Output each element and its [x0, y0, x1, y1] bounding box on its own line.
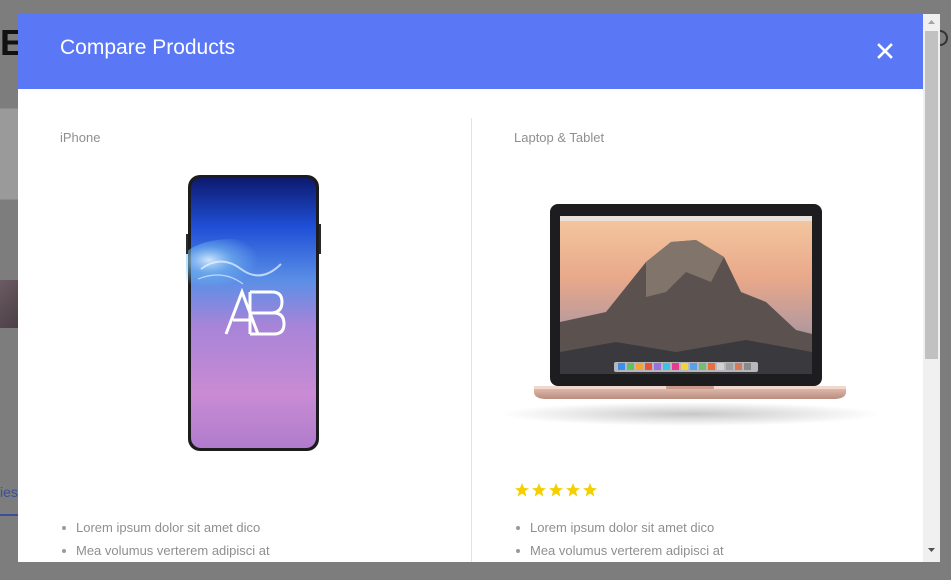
star-icon: [532, 483, 546, 497]
feature-text: Mea volumus verterem adipisci at: [76, 543, 270, 558]
star-icon: [566, 483, 580, 497]
laptop-image[interactable]: [496, 202, 884, 437]
star-rating: [514, 482, 598, 498]
bullet-icon: [62, 549, 66, 553]
bullet-icon: [516, 526, 520, 530]
feature-list: Lorem ipsum dolor sit amet dico Mea volu…: [514, 516, 724, 562]
list-item: Lorem ipsum dolor sit amet dico: [60, 516, 270, 539]
background-link-underline: [0, 514, 18, 516]
feature-text: Lorem ipsum dolor sit amet dico: [530, 520, 715, 535]
background-image: [0, 280, 18, 328]
close-icon: [877, 43, 893, 59]
product-column-laptop: Laptop & Tablet Lorem ipsum dolor sit am…: [471, 118, 923, 562]
scroll-up-button[interactable]: [923, 14, 940, 30]
scroll-down-button[interactable]: [923, 542, 940, 558]
star-icon: [583, 483, 597, 497]
list-item: Mea volumus verterem adipisci at: [514, 539, 724, 562]
product-column-iphone: iPhone Lorem ipsum dolor sit amet dico M…: [18, 118, 471, 562]
bullet-icon: [62, 526, 66, 530]
list-item: Mea volumus verterem adipisci at: [60, 539, 270, 562]
feature-text: Mea volumus verterem adipisci at: [530, 543, 724, 558]
background-panel: [0, 108, 18, 200]
feature-text: Lorem ipsum dolor sit amet dico: [76, 520, 261, 535]
compare-products-modal: Compare Products iPhone Lorem ipsum dolo…: [18, 14, 923, 562]
modal-scrollbar[interactable]: [923, 14, 940, 562]
star-icon: [549, 483, 563, 497]
star-icon: [515, 483, 529, 497]
bullet-icon: [516, 549, 520, 553]
feature-list: Lorem ipsum dolor sit amet dico Mea volu…: [60, 516, 270, 562]
arrow-up-icon: [928, 20, 935, 24]
modal-header: Compare Products: [18, 14, 923, 89]
scrollbar-thumb[interactable]: [925, 31, 938, 359]
arrow-down-icon: [928, 548, 935, 552]
background-link-fragment: ies: [0, 484, 18, 500]
close-button[interactable]: [874, 40, 896, 62]
product-category: iPhone: [60, 130, 101, 145]
product-category: Laptop & Tablet: [514, 130, 605, 145]
list-item: Lorem ipsum dolor sit amet dico: [514, 516, 724, 539]
smartphone-image[interactable]: [176, 174, 321, 457]
modal-title: Compare Products: [60, 36, 236, 59]
